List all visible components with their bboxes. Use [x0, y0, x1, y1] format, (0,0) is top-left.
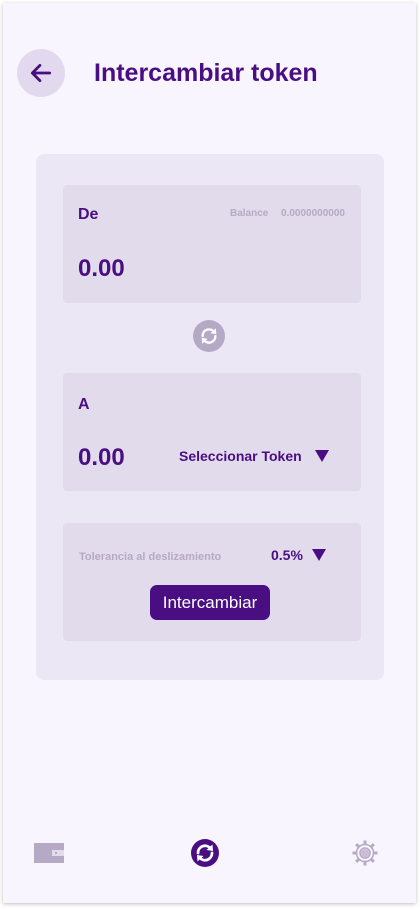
to-label: A	[78, 396, 90, 413]
slippage-value: 0.5%	[271, 547, 303, 563]
to-panel: A 0.00 Seleccionar Token	[63, 373, 361, 491]
from-label: De	[78, 206, 99, 223]
slippage-dropdown[interactable]: 0.5%	[271, 547, 326, 563]
nav-swap[interactable]	[185, 833, 225, 873]
arrow-left-icon	[30, 64, 52, 82]
swap-screen: Intercambiar token De Balance 0.00000000…	[3, 3, 416, 903]
swap-card: De Balance 0.0000000000 0.00 A 0.00 Sele…	[36, 154, 384, 680]
gear-icon	[352, 840, 378, 866]
swap-icon	[191, 839, 219, 867]
slippage-label: Tolerancia al deslizamiento	[79, 551, 222, 563]
refresh-icon	[201, 328, 217, 344]
triangle-down-icon	[314, 450, 329, 462]
back-button[interactable]	[17, 49, 65, 97]
to-amount-input[interactable]: 0.00	[78, 444, 125, 472]
triangle-down-icon	[311, 549, 326, 561]
wallet-icon	[34, 843, 64, 863]
balance-value: 0.0000000000	[281, 208, 345, 219]
swap-direction-button[interactable]	[193, 320, 225, 352]
select-token-label: Seleccionar Token	[179, 448, 302, 464]
select-token-dropdown[interactable]: Seleccionar Token	[179, 448, 329, 464]
swap-button[interactable]: Intercambiar	[150, 585, 270, 620]
bottom-navigation	[3, 833, 416, 893]
from-amount-input[interactable]: 0.00	[78, 255, 125, 283]
balance-label: Balance	[230, 208, 269, 219]
nav-settings[interactable]	[345, 833, 385, 873]
slippage-panel: Tolerancia al deslizamiento 0.5% Interca…	[63, 523, 361, 641]
from-panel: De Balance 0.0000000000 0.00	[63, 185, 361, 303]
page-title: Intercambiar token	[94, 59, 318, 87]
nav-wallet[interactable]	[29, 833, 69, 873]
